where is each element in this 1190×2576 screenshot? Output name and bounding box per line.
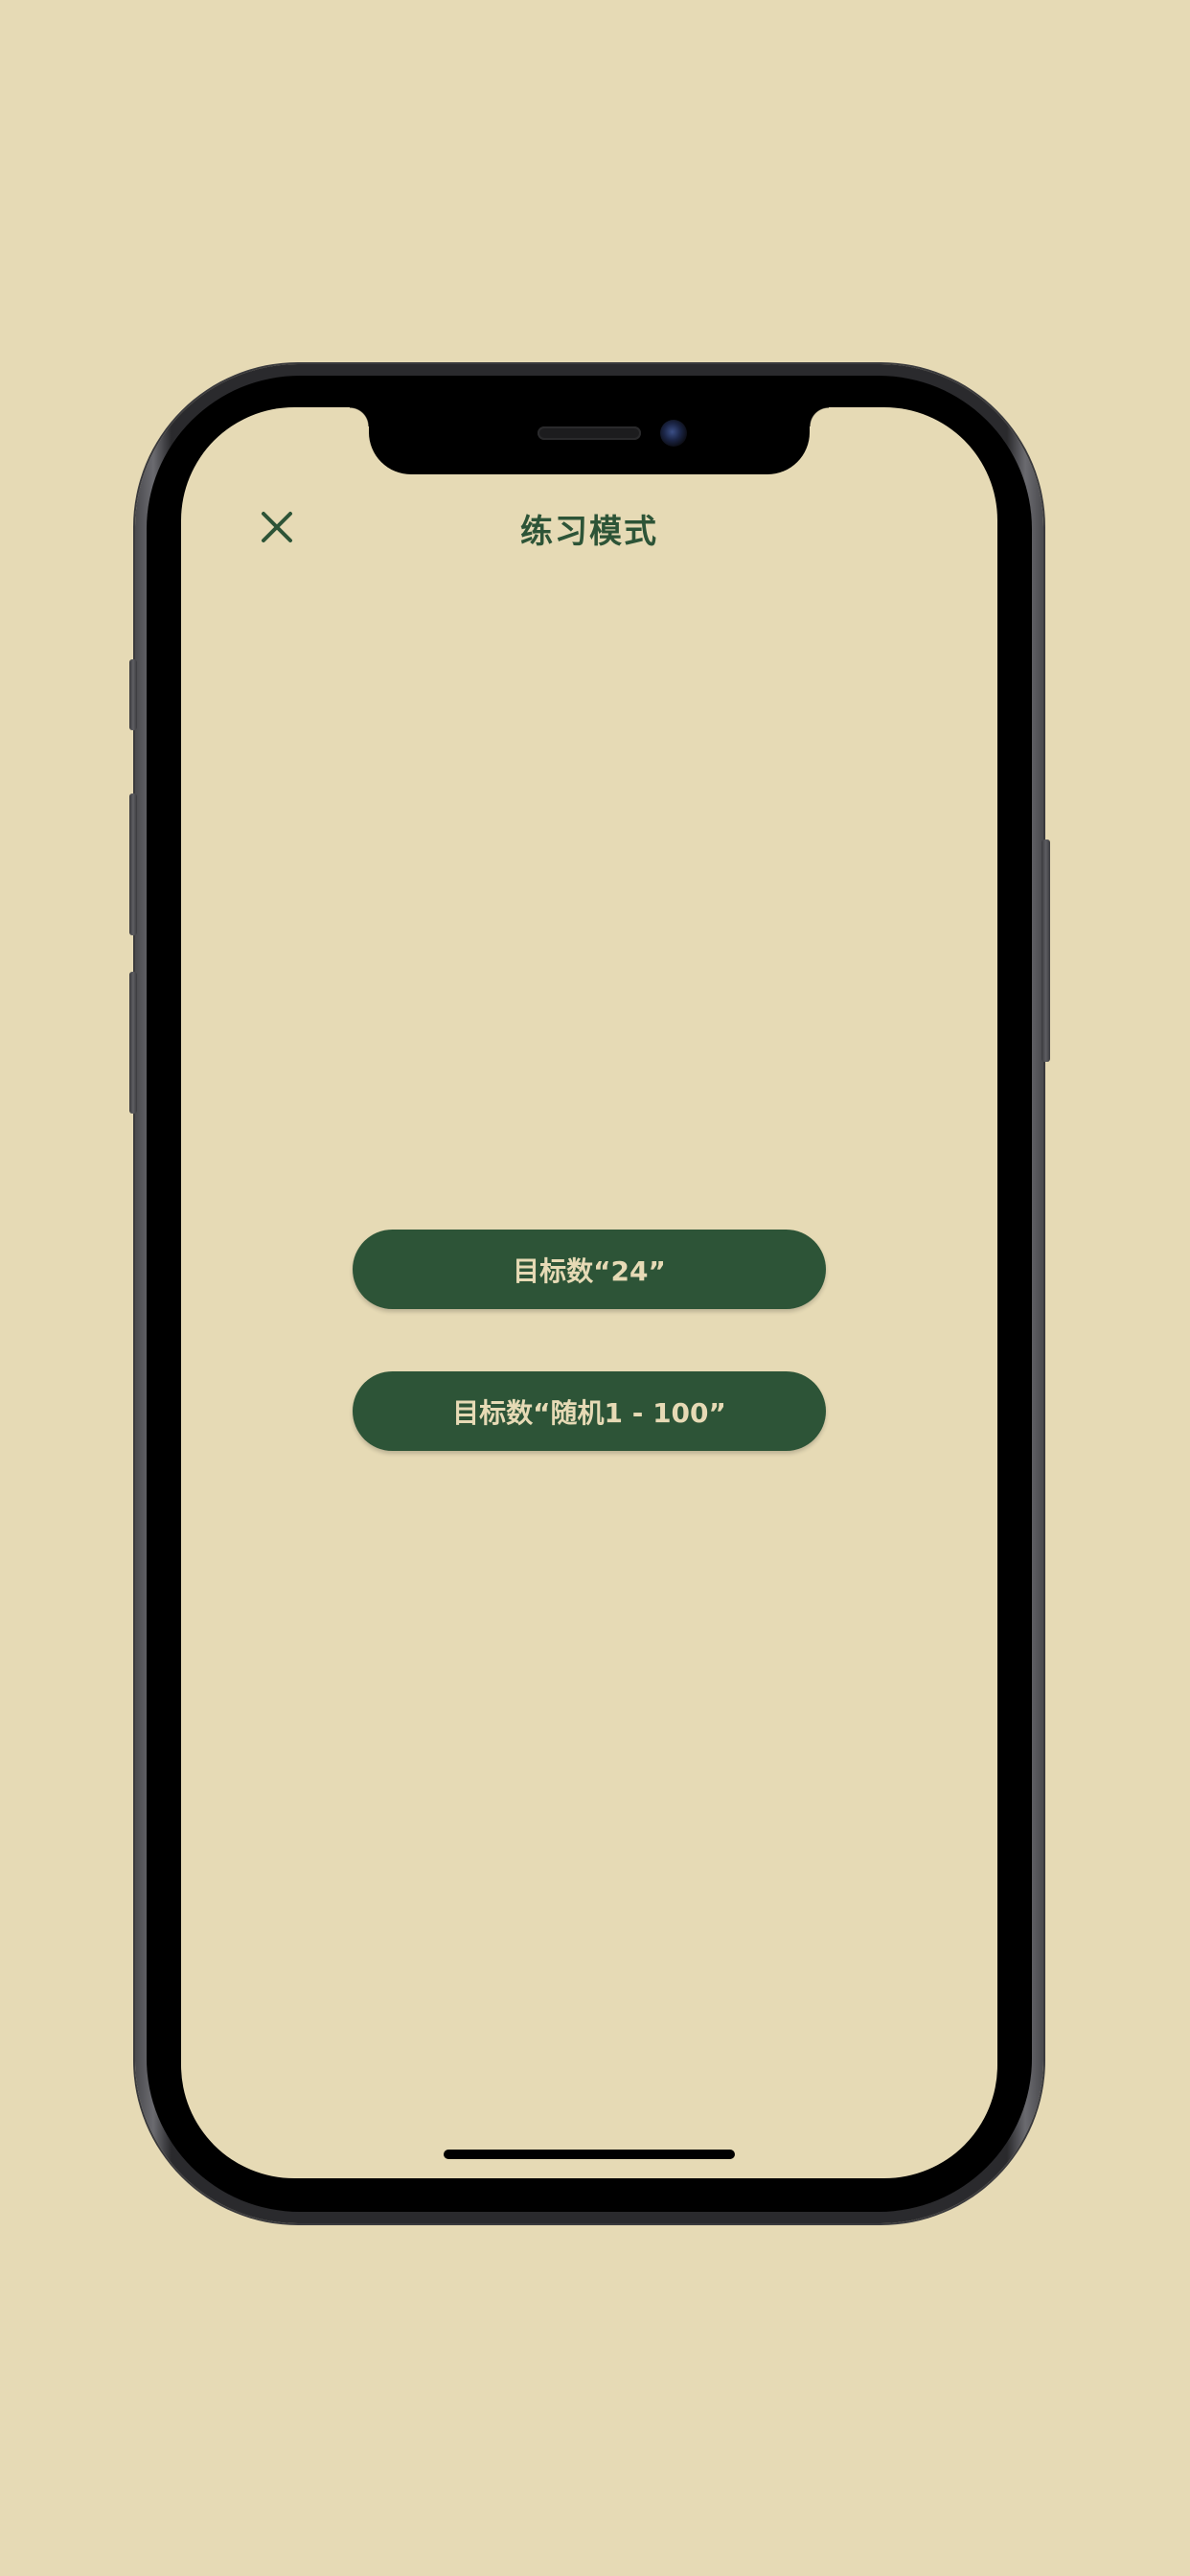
target-24-button[interactable]: 目标数“24” <box>353 1230 826 1309</box>
page-title: 练习模式 <box>520 513 658 551</box>
volume-up-button <box>129 794 137 935</box>
speaker-grille <box>538 426 641 440</box>
target-random-label: 目标数“随机1 - 100” <box>452 1396 726 1429</box>
notch <box>350 407 829 474</box>
volume-down-button <box>129 972 137 1114</box>
target-24-label: 目标数“24” <box>513 1254 666 1287</box>
silent-switch <box>129 659 137 730</box>
target-random-button[interactable]: 目标数“随机1 - 100” <box>353 1371 826 1451</box>
front-camera <box>660 420 687 447</box>
power-button <box>1041 840 1050 1062</box>
app-screen: 练习模式 目标数“24” 目标数“随机1 - 100” <box>181 407 997 2178</box>
home-indicator <box>444 2150 735 2159</box>
